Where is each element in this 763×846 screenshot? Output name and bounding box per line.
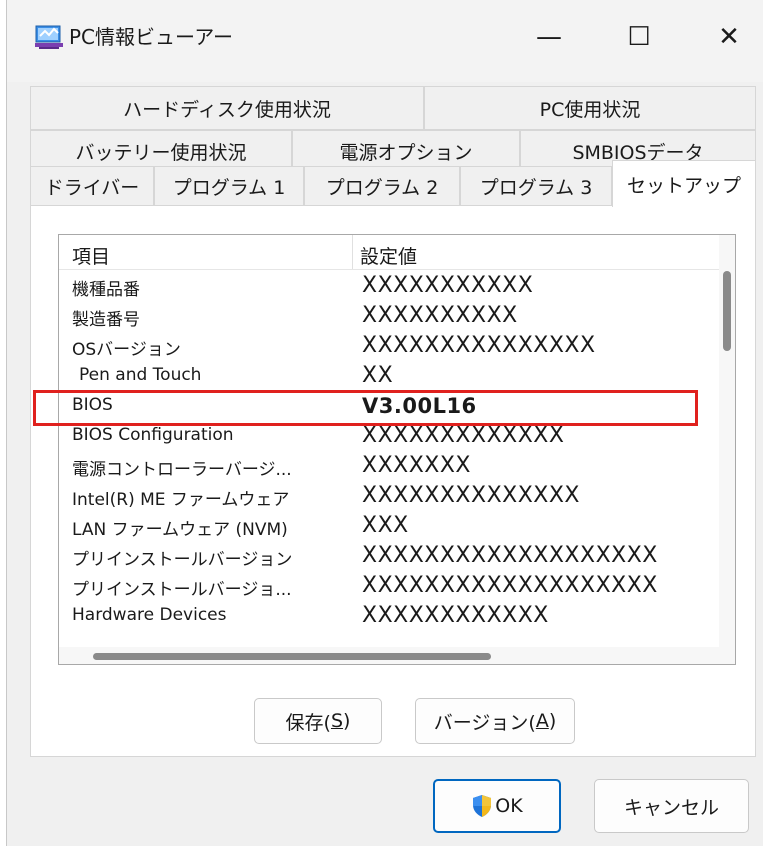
- item-value: XXXXXXXXXXXXXXX: [362, 333, 596, 358]
- tab-program-2[interactable]: プログラム 2: [304, 166, 460, 206]
- item-value: XXXXXXXXXXXX: [362, 603, 549, 628]
- list-item[interactable]: Intel(R) ME ファームウェア XXXXXXXXXXXXXX: [59, 481, 719, 511]
- tab-pc-usage[interactable]: PC使用状況: [424, 86, 756, 130]
- tab-label: プログラム 2: [325, 176, 439, 199]
- item-value: XXXXXXXXXXXXX: [362, 423, 565, 448]
- item-name: Pen and Touch: [79, 365, 202, 385]
- vertical-scrollbar[interactable]: [719, 235, 735, 649]
- version-button[interactable]: バージョン(A): [415, 698, 575, 744]
- list-item[interactable]: プリインストールバージョン XXXXXXXXXXXXXXXXXXX: [59, 541, 719, 571]
- item-name: プリインストールバージョ...: [72, 580, 292, 600]
- tab-drivers[interactable]: ドライバー: [30, 166, 154, 206]
- list-rows: 機種品番 XXXXXXXXXXX 製造番号 XXXXXXXXXX OSバージョン…: [59, 271, 719, 631]
- item-value: XXXXXXXXXX: [362, 303, 518, 328]
- list-item[interactable]: 機種品番 XXXXXXXXXXX: [59, 271, 719, 301]
- item-value: XXXXXXXXXXXXXXXXXXX: [362, 543, 658, 568]
- tab-label: PC使用状況: [539, 98, 641, 121]
- setup-tab-panel: 項目 設定値 機種品番 XXXXXXXXXXX 製造番号 XXXXXXXXXX …: [30, 205, 756, 757]
- item-name: BIOS Configuration: [72, 425, 234, 445]
- setup-list-view[interactable]: 項目 設定値 機種品番 XXXXXXXXXXX 製造番号 XXXXXXXXXX …: [58, 234, 736, 665]
- version-accesskey: A: [535, 710, 549, 732]
- item-name: Intel(R) ME ファームウェア: [72, 490, 290, 510]
- list-header: 項目 設定値: [59, 235, 719, 270]
- item-value: XXXXXXXXXXXXXX: [362, 483, 580, 508]
- list-item[interactable]: OSバージョン XXXXXXXXXXXXXXX: [59, 331, 719, 361]
- item-value: XXXXXXX: [362, 453, 471, 478]
- maximize-icon: ☐: [627, 22, 651, 52]
- version-label: バージョン(: [433, 711, 536, 734]
- tab-program-3[interactable]: プログラム 3: [460, 166, 612, 206]
- list-item[interactable]: 電源コントローラーバージ... XXXXXXX: [59, 451, 719, 481]
- tab-label: ドライバー: [44, 176, 140, 199]
- window-title: PC情報ビューアー: [69, 25, 234, 49]
- tab-setup[interactable]: セットアップ: [612, 160, 756, 207]
- uac-shield-icon: [473, 795, 492, 817]
- item-name: LAN ファームウェア (NVM): [72, 520, 288, 540]
- save-label: 保存(: [285, 711, 331, 734]
- ok-label: OK: [495, 795, 523, 817]
- tab-label: プログラム 3: [479, 176, 593, 199]
- title-bar[interactable]: PC情報ビューアー — ☐ ✕: [7, 0, 763, 82]
- item-name: 電源コントローラーバージ...: [72, 460, 292, 480]
- save-label-end: ): [343, 710, 351, 732]
- version-label-end: ): [548, 710, 557, 732]
- item-value: XX: [362, 363, 394, 388]
- tab-label: 電源オプション: [339, 141, 473, 164]
- minimize-button[interactable]: —: [521, 14, 577, 60]
- item-name: 機種品番: [72, 280, 140, 300]
- list-item-bios[interactable]: BIOS V3.00L16: [59, 391, 719, 421]
- column-header-item[interactable]: 項目: [72, 242, 110, 269]
- pc-info-icon: [35, 25, 63, 49]
- item-name: プリインストールバージョン: [72, 550, 293, 570]
- cancel-label: キャンセル: [623, 796, 719, 819]
- list-item[interactable]: Hardware Devices XXXXXXXXXXXX: [59, 601, 719, 631]
- ok-button[interactable]: OK: [433, 779, 561, 833]
- list-item[interactable]: プリインストールバージョ... XXXXXXXXXXXXXXXXXXX: [59, 571, 719, 601]
- item-name: 製造番号: [72, 310, 140, 330]
- tab-program-1[interactable]: プログラム 1: [154, 166, 304, 206]
- save-accesskey: S: [330, 710, 344, 732]
- close-icon: ✕: [718, 22, 740, 52]
- list-item[interactable]: Pen and Touch XX: [59, 361, 719, 391]
- horizontal-scrollbar[interactable]: [59, 647, 735, 664]
- column-divider[interactable]: [352, 235, 353, 269]
- tab-label: ハードディスク使用状況: [123, 98, 331, 121]
- list-item[interactable]: LAN ファームウェア (NVM) XXX: [59, 511, 719, 541]
- list-item[interactable]: BIOS Configuration XXXXXXXXXXXXX: [59, 421, 719, 451]
- list-item[interactable]: 製造番号 XXXXXXXXXX: [59, 301, 719, 331]
- save-button[interactable]: 保存(S): [254, 698, 382, 744]
- vertical-scroll-thumb[interactable]: [723, 271, 731, 351]
- item-name: OSバージョン: [72, 340, 181, 360]
- item-name: BIOS: [72, 395, 113, 415]
- bios-version-value: V3.00L16: [362, 394, 477, 418]
- column-header-value[interactable]: 設定値: [360, 242, 417, 269]
- pc-info-window: PC情報ビューアー — ☐ ✕ ハードディスク使用状況 PC使用状況 バッテリー…: [6, 0, 763, 846]
- maximize-button[interactable]: ☐: [611, 14, 667, 60]
- cancel-button[interactable]: キャンセル: [594, 779, 749, 833]
- tab-label: セットアップ: [626, 174, 741, 197]
- item-value: XXXXXXXXXXX: [362, 273, 534, 298]
- item-value: XXX: [362, 513, 409, 538]
- minimize-icon: —: [536, 22, 562, 52]
- item-value: XXXXXXXXXXXXXXXXXXX: [362, 573, 658, 598]
- tab-hdd-usage[interactable]: ハードディスク使用状況: [30, 86, 424, 130]
- tab-label: バッテリー使用状況: [75, 141, 247, 164]
- item-name: Hardware Devices: [72, 605, 227, 625]
- close-button[interactable]: ✕: [701, 14, 757, 60]
- tab-label: プログラム 1: [172, 176, 286, 199]
- horizontal-scroll-thumb[interactable]: [93, 653, 491, 660]
